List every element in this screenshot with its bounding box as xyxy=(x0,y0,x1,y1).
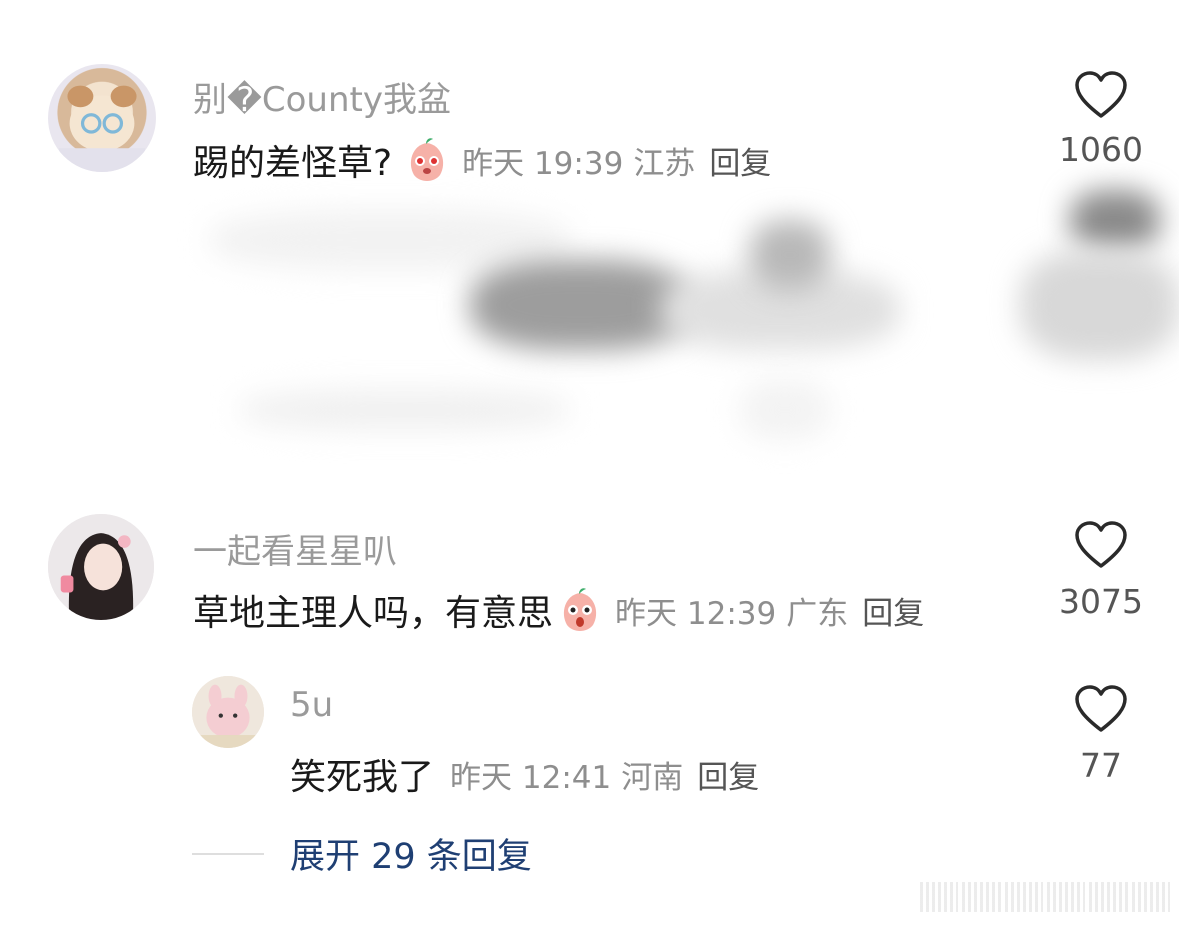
heart-icon xyxy=(1075,521,1127,568)
divider xyxy=(192,852,264,855)
like-count: 77 xyxy=(1080,746,1122,785)
reply-button[interactable]: 回复 xyxy=(862,588,924,633)
like-button[interactable]: 1060 xyxy=(1041,70,1161,169)
username[interactable]: 5u xyxy=(290,685,333,725)
expand-replies-label[interactable]: 展开 29 条回复 xyxy=(290,828,532,879)
like-button[interactable]: 3075 xyxy=(1041,520,1161,621)
like-count: 3075 xyxy=(1059,582,1143,621)
shocked-peach-icon xyxy=(555,585,605,635)
reply-button[interactable]: 回复 xyxy=(709,138,771,183)
comment-time: 昨天 12:41 xyxy=(450,759,612,796)
blurred-content xyxy=(190,190,1179,460)
comment-text: 踢的差怪草? xyxy=(193,143,393,184)
comment-location: 江苏 xyxy=(633,145,696,182)
avatar[interactable] xyxy=(192,676,264,748)
reply-body: 笑死我了 昨天 12:41 河南 回复 xyxy=(290,748,759,800)
like-button[interactable]: 77 xyxy=(1041,684,1161,785)
avatar[interactable] xyxy=(48,514,154,620)
comment-body: 草地主理人吗，有意思 昨天 12:39 广东 回复 xyxy=(193,584,924,636)
like-count: 1060 xyxy=(1059,130,1143,169)
expand-replies[interactable]: 展开 29 条回复 xyxy=(192,828,532,879)
comment-text: 草地主理人吗，有意思 xyxy=(193,593,554,634)
heart-icon xyxy=(1075,685,1127,732)
comment-time: 昨天 19:39 xyxy=(462,145,624,182)
watermark xyxy=(920,882,1170,912)
reply-button[interactable]: 回复 xyxy=(697,752,759,797)
comment-text: 笑死我了 xyxy=(290,757,435,798)
username[interactable]: 别�County我盆 xyxy=(193,72,451,121)
username[interactable]: 一起看星星叭 xyxy=(193,524,397,573)
comment-location: 广东 xyxy=(786,595,849,632)
heart-icon xyxy=(1075,71,1127,118)
blushing-peach-icon xyxy=(402,135,452,185)
comment-location: 河南 xyxy=(621,759,684,796)
avatar[interactable] xyxy=(48,64,156,172)
comment-time: 昨天 12:39 xyxy=(615,595,777,632)
comment-body: 踢的差怪草? 昨天 19:39 江苏 回复 xyxy=(193,134,771,186)
